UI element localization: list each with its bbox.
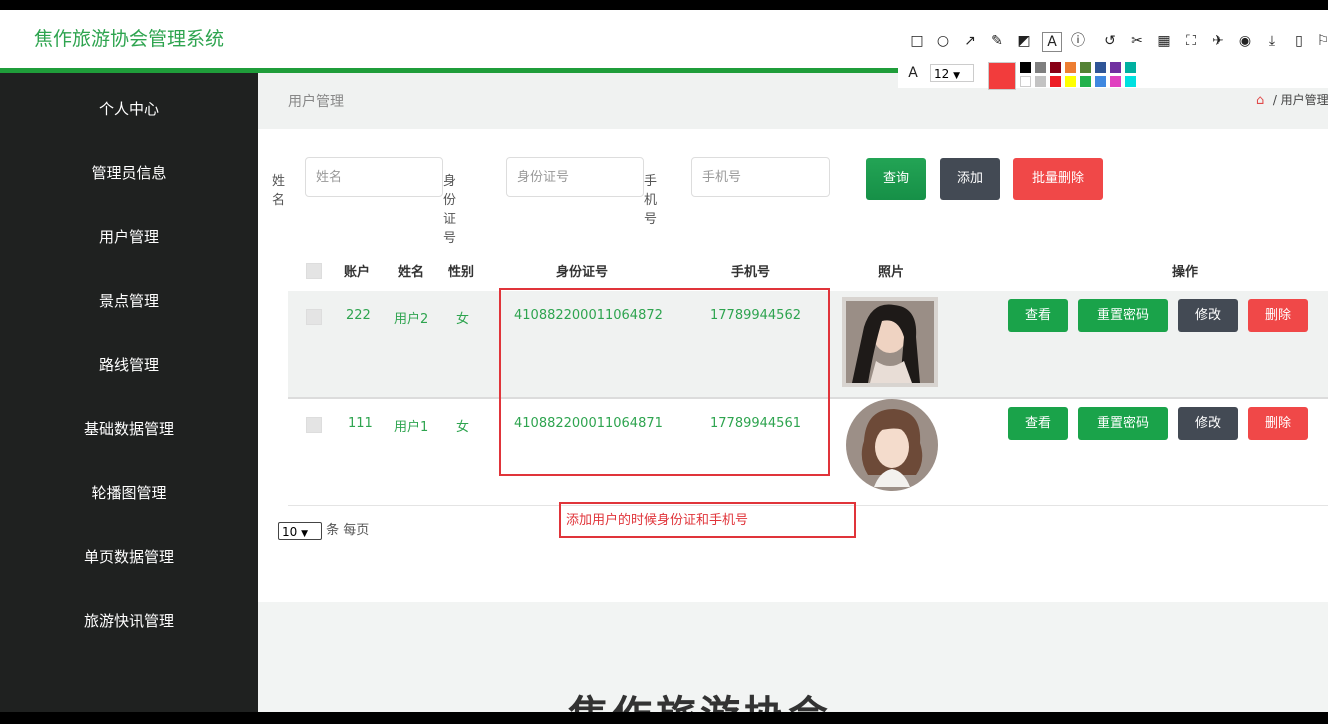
color-swatch[interactable] (1095, 76, 1106, 87)
page-size-value: 10 (282, 524, 298, 539)
breadcrumb-text[interactable]: / 用户管理 (1273, 93, 1328, 107)
sidebar-item-profile[interactable]: 个人中心 (0, 86, 258, 150)
color-swatch[interactable] (1125, 62, 1136, 73)
select-all-checkbox[interactable] (306, 263, 322, 279)
font-icon: A (908, 65, 918, 81)
color-swatch[interactable] (1050, 76, 1061, 87)
rectangle-icon[interactable]: □ (908, 32, 926, 50)
home-icon[interactable]: ⌂ (1256, 93, 1269, 108)
phone-icon[interactable]: ▯ (1290, 32, 1308, 50)
annotation-text[interactable]: 添加用户的时候身份证和手机号 (566, 509, 748, 528)
arrow-icon[interactable]: ↗ (961, 32, 979, 50)
color-swatch[interactable] (1020, 76, 1031, 87)
cell-name: 用户1 (394, 420, 429, 435)
cell-gender: 女 (456, 420, 470, 435)
sidebar-item-scenic[interactable]: 景点管理 (0, 278, 258, 342)
fullscreen-icon[interactable]: ⛶ (1182, 32, 1200, 50)
sidebar-item-admin[interactable]: 管理员信息 (0, 150, 258, 214)
record-icon[interactable]: ◉ (1236, 32, 1254, 50)
sidebar-item-users[interactable]: 用户管理 (0, 214, 258, 278)
chevron-down-icon: ▼ (953, 71, 961, 81)
row-checkbox[interactable] (306, 309, 322, 325)
undo-icon[interactable]: ↺ (1101, 32, 1119, 50)
app-title: 焦作旅游协会管理系统 (34, 28, 225, 50)
edit-button[interactable]: 修改 (1178, 299, 1238, 332)
reset-password-button[interactable]: 重置密码 (1078, 299, 1168, 332)
current-color-swatch[interactable] (988, 62, 1016, 90)
row-checkbox[interactable] (306, 417, 322, 433)
pin-icon[interactable]: ✈ (1209, 32, 1227, 50)
breadcrumb: ⌂ / 用户管理 (1256, 91, 1328, 108)
color-swatch[interactable] (1050, 62, 1061, 73)
name-input[interactable]: 姓名 (305, 157, 443, 197)
delete-button[interactable]: 删除 (1248, 299, 1308, 332)
flag-icon[interactable]: ⚐ (1314, 32, 1328, 50)
sidebar-item-carousel[interactable]: 轮播图管理 (0, 470, 258, 534)
annotation-box (499, 288, 830, 476)
info-icon[interactable]: ⓘ (1069, 32, 1087, 50)
user-avatar (846, 399, 938, 491)
scissors-icon[interactable]: ✂ (1128, 32, 1146, 50)
sidebar-item-routes[interactable]: 路线管理 (0, 342, 258, 406)
header-actions: 操作 (1172, 265, 1199, 280)
color-swatch[interactable] (1065, 62, 1076, 73)
color-swatch[interactable] (1080, 62, 1091, 73)
sidebar-item-news[interactable]: 旅游快讯管理 (0, 598, 258, 662)
circle-icon[interactable]: ○ (934, 32, 952, 50)
cell-account: 222 (346, 308, 371, 323)
sidebar-item-basic-data[interactable]: 基础数据管理 (0, 406, 258, 470)
color-swatch[interactable] (1110, 62, 1121, 73)
batch-delete-button[interactable]: 批量删除 (1013, 158, 1103, 200)
phone-input[interactable]: 手机号 (691, 157, 830, 197)
color-swatch[interactable] (1095, 62, 1106, 73)
color-swatch[interactable] (1080, 76, 1091, 87)
download-icon[interactable]: ⤓ (1263, 32, 1281, 50)
cell-account: 111 (348, 416, 373, 431)
header-photo: 照片 (878, 265, 905, 280)
header-id-number: 身份证号 (556, 265, 609, 280)
color-swatch[interactable] (1065, 76, 1076, 87)
text-icon[interactable]: A (1042, 32, 1062, 52)
pencil-icon[interactable]: ✎ (988, 32, 1006, 50)
add-button[interactable]: 添加 (940, 158, 1000, 200)
font-size-value: 12 (934, 67, 950, 81)
phone-label: 手机号 (644, 174, 658, 227)
color-swatch[interactable] (1110, 76, 1121, 87)
sidebar: 个人中心 管理员信息 用户管理 景点管理 路线管理 基础数据管理 轮播图管理 单… (0, 73, 258, 712)
annotation-toolbar: □ ○ ↗ ✎ ◩ A ⓘ ↺ ✂ ▦ ⛶ ✈ ◉ ⤓ ▯ ⚐ A 12 ▼ (898, 20, 1328, 90)
app-window: 焦作旅游协会管理系统 个人中心 管理员信息 用户管理 景点管理 路线管理 基础数… (0, 10, 1328, 712)
page-size-select[interactable]: 10 ▼ (278, 521, 322, 540)
cell-name: 用户2 (394, 312, 429, 327)
name-label: 姓名 (272, 174, 286, 208)
view-button[interactable]: 查看 (1008, 407, 1068, 440)
delete-button[interactable]: 删除 (1248, 407, 1308, 440)
page-size-suffix: 条 每页 (326, 523, 370, 538)
color-swatch[interactable] (1035, 62, 1046, 73)
mosaic-icon[interactable]: ◩ (1015, 32, 1033, 50)
id-label: 身份证号 (443, 174, 457, 246)
edit-button[interactable]: 修改 (1178, 407, 1238, 440)
color-swatch[interactable] (1035, 76, 1046, 87)
header-account: 账户 (344, 265, 371, 280)
id-input[interactable]: 身份证号 (506, 157, 644, 197)
color-swatch[interactable] (1125, 76, 1136, 87)
header-phone: 手机号 (731, 265, 771, 280)
header-name: 姓名 (398, 265, 425, 280)
sidebar-item-single-page[interactable]: 单页数据管理 (0, 534, 258, 598)
pager: 10 ▼ 条 每页 (278, 519, 369, 540)
font-size-select[interactable]: 12 ▼ (930, 64, 974, 82)
bottom-banner-text: 焦作旅游协会 (568, 683, 832, 712)
reset-password-button[interactable]: 重置密码 (1078, 407, 1168, 440)
query-button[interactable]: 查询 (866, 158, 926, 200)
view-button[interactable]: 查看 (1008, 299, 1068, 332)
color-swatch[interactable] (1020, 62, 1031, 73)
page-title: 用户管理 (288, 94, 344, 110)
user-photo (842, 297, 938, 387)
cell-gender: 女 (456, 312, 470, 327)
chevron-down-icon: ▼ (301, 528, 309, 539)
ocr-icon[interactable]: ▦ (1155, 32, 1173, 50)
header-gender: 性别 (448, 265, 475, 280)
